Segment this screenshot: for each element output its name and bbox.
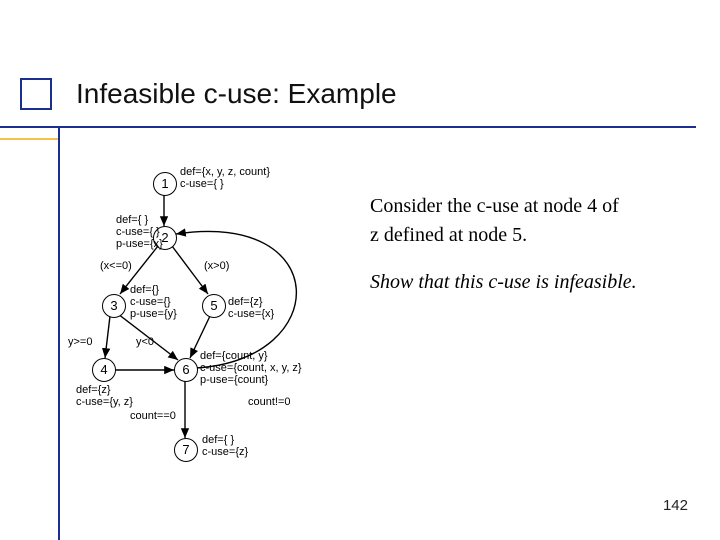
body-text-block: Consider the c-use at node 4 of z define…: [370, 192, 690, 297]
label-edge-6-2: count!=0: [248, 396, 291, 408]
label-node-2: def={ }c-use={ }p-use={x}: [116, 214, 163, 250]
label-edge-3-6: y<0: [136, 336, 154, 348]
graph-node-6: 6: [174, 358, 198, 382]
label-edge-6-7: count==0: [130, 410, 176, 422]
graph-node-5: 5: [202, 294, 226, 318]
body-line-2: z defined at node 5.: [370, 221, 690, 250]
body-emphasis: Show that this c-use is infeasible.: [370, 268, 690, 297]
graph-node-1: 1: [153, 172, 177, 196]
flow-graph: 1 2 3 5 4 6 7 def={x, y, z, count}c-use=…: [88, 160, 358, 470]
side-rule: [58, 126, 60, 540]
slide-title: Infeasible c-use: Example: [76, 78, 397, 110]
label-node-6: def={count, y}c-use={count, x, y, z}p-us…: [200, 350, 302, 386]
body-line-1: Consider the c-use at node 4 of: [370, 192, 690, 221]
label-node-7: def={ }c-use={z}: [202, 434, 248, 458]
title-underline: [0, 126, 696, 128]
label-node-4: def={z}c-use={y, z}: [76, 384, 133, 408]
label-node-3: def={}c-use={}p-use={y}: [130, 284, 177, 320]
label-edge-2-3: (x<=0): [100, 260, 132, 272]
page-number: 142: [663, 497, 688, 514]
graph-node-7: 7: [174, 438, 198, 462]
graph-node-4: 4: [92, 358, 116, 382]
label-node-5: def={z}c-use={x}: [228, 296, 274, 320]
label-edge-3-4: y>=0: [68, 336, 92, 348]
accent-rule: [0, 138, 58, 140]
label-node-1: def={x, y, z, count}c-use={ }: [180, 166, 270, 190]
title-bullet-icon: [20, 78, 52, 110]
label-edge-2-5: (x>0): [204, 260, 229, 272]
graph-node-3: 3: [102, 294, 126, 318]
